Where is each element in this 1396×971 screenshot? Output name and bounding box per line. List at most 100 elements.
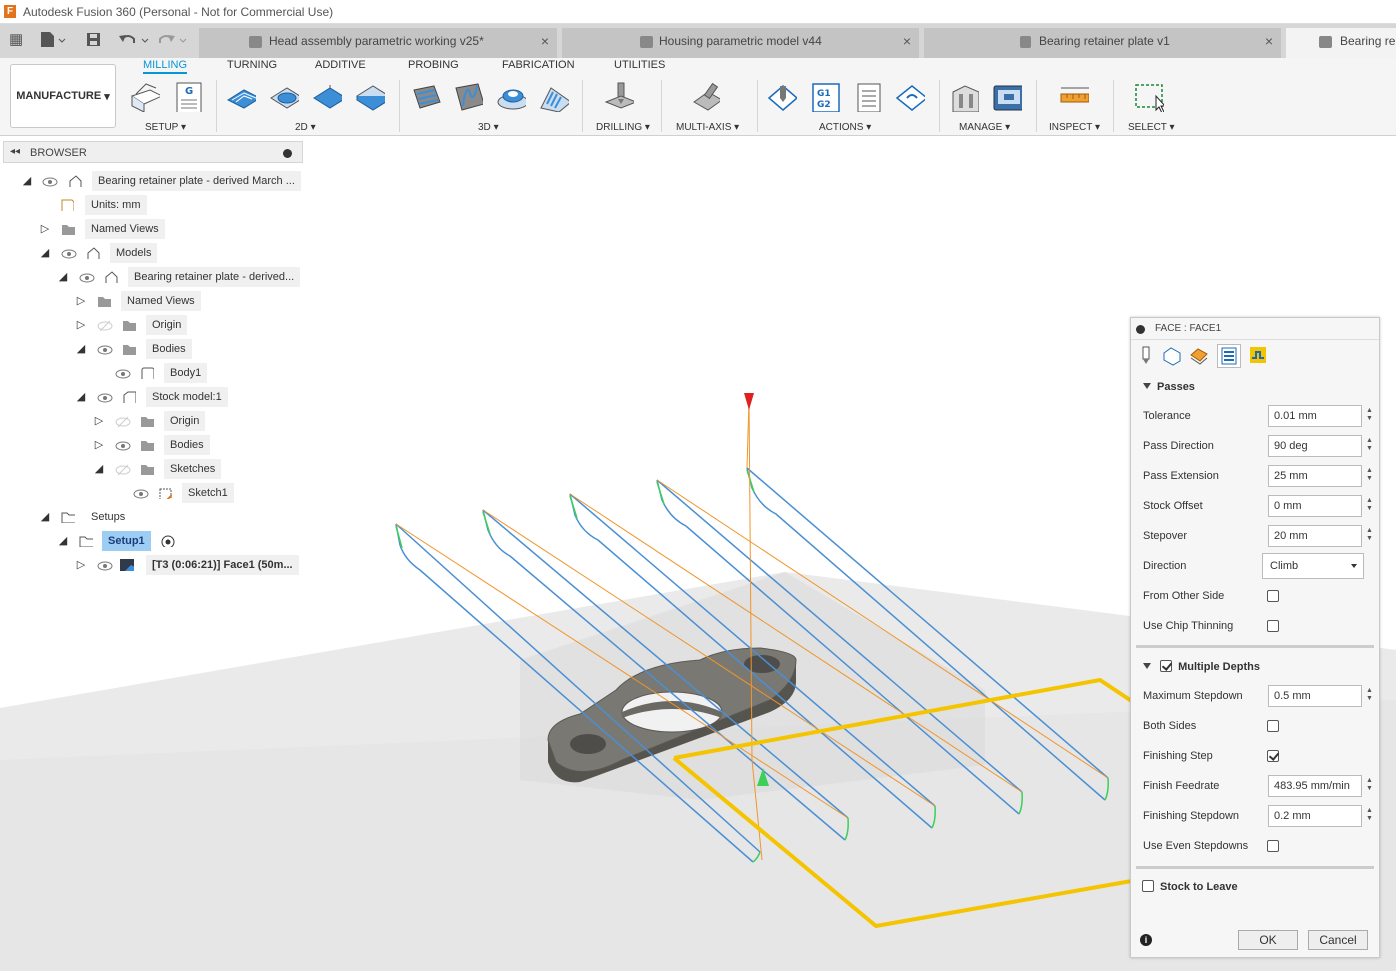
pass-direction-field[interactable]: 90 deg xyxy=(1268,435,1362,457)
3d-contour-icon[interactable] xyxy=(496,82,526,112)
hidden-eye-icon[interactable] xyxy=(115,462,131,478)
use-even-stepdowns-checkbox[interactable] xyxy=(1267,840,1279,852)
collapse-triangle-icon[interactable]: ◢ xyxy=(56,534,70,547)
3d-parallel-icon[interactable] xyxy=(539,82,569,112)
simulate-icon[interactable] xyxy=(767,82,797,112)
tolerance-field[interactable]: 0.01 mm xyxy=(1268,405,1362,427)
finish-feedrate-stepper[interactable]: ▲ ▼ xyxy=(1365,777,1374,793)
multi-axis-swarf-icon[interactable] xyxy=(690,82,720,112)
collapse-triangle-icon[interactable]: ◢ xyxy=(74,342,88,355)
tab-passes[interactable] xyxy=(1217,344,1241,368)
tab-tool[interactable] xyxy=(1135,344,1159,368)
collapse-triangle-icon[interactable]: ◢ xyxy=(38,510,52,523)
finishing-stepdown-stepper[interactable]: ▲ ▼ xyxy=(1365,807,1374,823)
hidden-eye-icon[interactable] xyxy=(115,414,131,430)
minimize-browser-icon[interactable] xyxy=(283,149,292,158)
redo-icon[interactable] xyxy=(158,31,192,49)
2d-pocket-icon[interactable] xyxy=(269,82,299,112)
tree-node-stock-model[interactable]: ◢ Stock model:1 xyxy=(18,387,238,407)
visibility-eye-icon[interactable] xyxy=(61,246,77,262)
drill-icon[interactable] xyxy=(604,82,634,112)
tree-node-setups[interactable]: ◢ Setups xyxy=(18,507,158,527)
tree-node-setup1[interactable]: ◢ Setup1 xyxy=(18,531,198,551)
tab-heights[interactable] xyxy=(1188,344,1212,368)
tree-node-units[interactable]: Units: mm xyxy=(18,195,158,215)
maximum-stepdown-stepper[interactable]: ▲ ▼ xyxy=(1365,687,1374,703)
pass-extension-field[interactable]: 25 mm xyxy=(1268,465,1362,487)
expand-triangle-icon[interactable]: ▷ xyxy=(74,294,88,307)
tab-geometry[interactable] xyxy=(1161,344,1185,368)
visibility-eye-icon[interactable] xyxy=(133,486,149,502)
stepover-field[interactable]: 20 mm xyxy=(1268,525,1362,547)
collapse-triangle-icon[interactable]: ◢ xyxy=(74,390,88,403)
tool-library-icon[interactable] xyxy=(949,82,979,112)
machine-library-icon[interactable] xyxy=(992,82,1022,112)
post-process-icon[interactable]: G1 G2 xyxy=(811,82,841,112)
tolerance-stepper[interactable]: ▲ ▼ xyxy=(1365,407,1374,423)
nc-program-icon[interactable]: G xyxy=(175,82,205,112)
3d-group-label[interactable]: 3D ▾ xyxy=(478,122,499,133)
tree-node-body1[interactable]: Body1 xyxy=(18,363,218,383)
hidden-eye-icon[interactable] xyxy=(97,318,113,334)
tree-node-stock-origin[interactable]: ▷ Origin xyxy=(18,411,218,431)
close-tab-icon[interactable]: × xyxy=(541,28,549,54)
inspect-group-label[interactable]: INSPECT ▾ xyxy=(1049,122,1100,133)
browser-panel-header[interactable]: ◂◂ BROWSER xyxy=(3,141,303,163)
tree-node-face-operation[interactable]: ▷ [T3 (0:06:21)] Face1 (50m... xyxy=(18,555,308,575)
setup-sheet-icon[interactable] xyxy=(855,82,885,112)
3d-pocket-icon[interactable] xyxy=(453,82,483,112)
visibility-eye-icon[interactable] xyxy=(97,342,113,358)
collapse-triangle-icon[interactable]: ◢ xyxy=(38,246,52,259)
tree-node-stock-bodies[interactable]: ▷ Bodies xyxy=(18,435,218,455)
multiple-depths-section-header[interactable]: Multiple Depths xyxy=(1143,660,1260,673)
save-icon[interactable] xyxy=(86,32,102,48)
expand-triangle-icon[interactable]: ▷ xyxy=(74,558,88,571)
stock-to-leave-checkbox[interactable] xyxy=(1142,880,1154,892)
expand-triangle-icon[interactable]: ▷ xyxy=(74,318,88,331)
tree-node-models[interactable]: ◢ Models xyxy=(18,243,168,263)
collapse-triangle-icon[interactable]: ◢ xyxy=(20,174,34,187)
workspace-switcher-button[interactable]: MANUFACTURE ▾ xyxy=(10,64,116,128)
measure-icon[interactable] xyxy=(1059,82,1089,112)
collapse-triangle-icon[interactable]: ◢ xyxy=(56,270,70,283)
tab-linking[interactable] xyxy=(1247,344,1271,368)
tree-node-sketches[interactable]: ◢ Sketches xyxy=(18,459,228,479)
tab-bearing-retainer-plate[interactable]: Bearing retainer plate v1 × xyxy=(924,28,1281,58)
undo-icon[interactable] xyxy=(118,31,152,49)
finishing-stepdown-field[interactable]: 0.2 mm xyxy=(1268,805,1362,827)
new-setup-icon[interactable] xyxy=(130,82,160,112)
finish-feedrate-field[interactable]: 483.95 mm/min xyxy=(1268,775,1362,797)
visibility-eye-icon[interactable] xyxy=(97,558,113,574)
pass-direction-stepper[interactable]: ▲ ▼ xyxy=(1365,437,1374,453)
passes-section-header[interactable]: Passes xyxy=(1143,381,1195,393)
visibility-eye-icon[interactable] xyxy=(115,438,131,454)
collapse-triangle-icon[interactable]: ◢ xyxy=(92,462,106,475)
both-sides-checkbox[interactable] xyxy=(1267,720,1279,732)
stock-offset-stepper[interactable]: ▲ ▼ xyxy=(1365,497,1374,513)
ok-button[interactable]: OK xyxy=(1238,930,1298,950)
tree-node-named-views[interactable]: ▷ Named Views xyxy=(18,291,208,311)
2d-contour-icon[interactable] xyxy=(355,82,385,112)
minimize-dialog-icon[interactable] xyxy=(1136,325,1145,334)
close-tab-icon[interactable]: × xyxy=(1265,28,1273,54)
from-other-side-checkbox[interactable] xyxy=(1267,590,1279,602)
tab-utilities[interactable]: UTILITIES xyxy=(614,59,665,71)
collapse-browser-icon[interactable]: ◂◂ xyxy=(10,146,20,157)
file-menu-icon[interactable] xyxy=(40,31,66,49)
tree-node-bodies[interactable]: ◢ Bodies xyxy=(18,339,198,359)
tab-turning[interactable]: TURNING xyxy=(227,59,277,71)
active-setup-indicator-icon[interactable] xyxy=(161,535,175,547)
select-group-label[interactable]: SELECT ▾ xyxy=(1128,122,1175,133)
expand-triangle-icon[interactable]: ▷ xyxy=(38,222,52,235)
visibility-eye-icon[interactable] xyxy=(79,270,95,286)
2d-group-label[interactable]: 2D ▾ xyxy=(295,122,316,133)
tab-head-assembly[interactable]: Head assembly parametric working v25* × xyxy=(199,28,557,58)
stock-to-leave-section-header[interactable]: Stock to Leave xyxy=(1142,880,1238,893)
tab-bearing-retainer-active[interactable]: Bearing re xyxy=(1286,28,1396,58)
close-tab-icon[interactable]: × xyxy=(903,28,911,54)
tab-additive[interactable]: ADDITIVE xyxy=(315,59,366,71)
expand-triangle-icon[interactable]: ▷ xyxy=(92,438,106,451)
face-icon[interactable] xyxy=(312,82,342,112)
app-grid-icon[interactable]: ▦ xyxy=(9,32,23,48)
multiple-depths-checkbox[interactable] xyxy=(1160,660,1173,672)
